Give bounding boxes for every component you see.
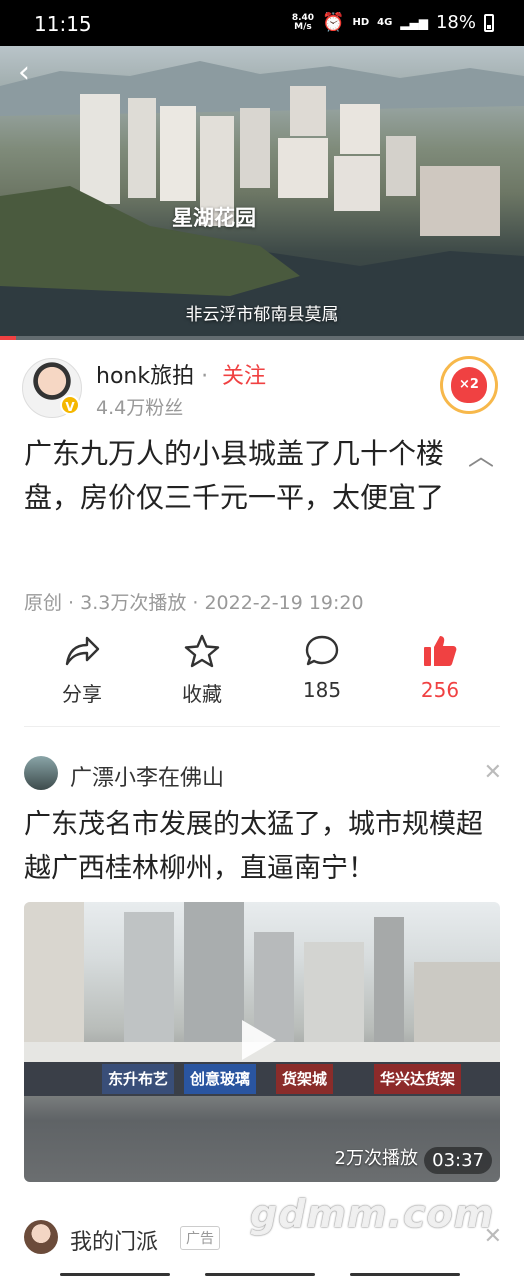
like-count: 256 xyxy=(420,678,460,702)
alarm-icon: ⏰ xyxy=(322,12,345,33)
shop-sign: 货架城 xyxy=(276,1064,334,1094)
video-play-count: 2万次播放 xyxy=(334,1148,418,1169)
thumbs-up-icon xyxy=(380,628,500,674)
article-title: 广东九万人的小县城盖了几十个楼盘，房价仅三千元一平，太便宜了 xyxy=(24,437,445,514)
share-label: 分享 xyxy=(62,682,102,706)
reward-badge[interactable]: ×2 xyxy=(440,356,498,414)
share-button[interactable]: 分享 xyxy=(22,628,142,707)
shop-sign: 创意玻璃 xyxy=(184,1064,257,1094)
feed-author-avatar[interactable] xyxy=(24,756,58,790)
article-meta: 原创 · 3.3万次播放 · 2022-2-19 19:20 xyxy=(24,592,364,614)
video-overlay-title: 星湖花园 xyxy=(172,206,256,230)
comment-count: 185 xyxy=(302,678,342,702)
thumb-building xyxy=(24,902,84,1042)
section-divider xyxy=(24,726,500,727)
feed-video-thumbnail[interactable]: 东升布艺 创意玻璃 货架城 华兴达货架 2万次播放 03:37 xyxy=(24,902,500,1182)
like-button[interactable]: 256 xyxy=(380,628,500,702)
thumb-building xyxy=(304,942,364,1042)
status-time: 11:15 xyxy=(34,12,92,36)
ad-badge: 广告 xyxy=(180,1226,220,1250)
gesture-segment xyxy=(205,1273,315,1276)
signal-icon: ▂▄▆ xyxy=(400,15,428,30)
video-duration: 03:37 xyxy=(424,1147,492,1174)
shop-sign: 华兴达货架 xyxy=(374,1064,462,1094)
favorite-button[interactable]: 收藏 xyxy=(142,628,262,707)
author-name-text: honk旅拍 xyxy=(96,364,195,389)
comment-button[interactable]: 185 xyxy=(262,628,382,702)
gesture-bar xyxy=(0,1268,524,1280)
gesture-segment xyxy=(60,1273,170,1276)
dismiss-icon[interactable]: ✕ xyxy=(484,760,502,785)
net-speed-unit: M/s xyxy=(294,21,312,32)
author-separator: · xyxy=(201,364,209,389)
share-icon xyxy=(22,628,142,674)
status-bar: 11:15 8.40 M/s ⏰ HD 4G ▂▄▆ 18% xyxy=(0,0,524,46)
gesture-segment xyxy=(350,1273,460,1276)
reward-badge-icon: ×2 xyxy=(451,367,487,403)
comment-icon xyxy=(262,628,382,674)
follow-button[interactable]: 关注 xyxy=(222,358,266,390)
video-frame xyxy=(0,61,524,340)
thumb-building xyxy=(124,912,174,1042)
status-indicators: 8.40 M/s ⏰ HD 4G ▂▄▆ 18% xyxy=(292,12,494,33)
author-name[interactable]: honk旅拍 · xyxy=(96,358,208,390)
network-label: 4G xyxy=(377,17,393,28)
star-icon xyxy=(142,628,262,674)
watermark: gdmm.com xyxy=(250,1192,495,1236)
net-speed: 8.40 M/s xyxy=(292,13,314,32)
next-author-avatar[interactable] xyxy=(24,1220,58,1254)
collapse-chevron-icon[interactable]: ︿ xyxy=(468,436,494,473)
next-author-name[interactable]: 我的门派 xyxy=(70,1224,158,1256)
thumb-building xyxy=(184,902,244,1042)
play-icon[interactable] xyxy=(242,1020,276,1060)
back-button[interactable]: ‹ xyxy=(18,58,30,88)
author-row: V honk旅拍 · 关注 4.4万粉丝 ×2 xyxy=(0,340,524,430)
video-player[interactable]: ‹ 星湖花园 非云浮市郁南县莫属 xyxy=(0,46,524,340)
thumb-building xyxy=(414,962,500,1042)
favorite-label: 收藏 xyxy=(182,682,222,706)
hd-label: HD xyxy=(352,17,370,28)
battery-icon xyxy=(484,13,494,32)
fans-count: 4.4万粉丝 xyxy=(96,397,184,419)
verified-icon: V xyxy=(60,395,80,415)
battery-text: 18% xyxy=(435,12,476,33)
shop-sign: 东升布艺 xyxy=(102,1064,175,1094)
thumb-building xyxy=(374,917,404,1042)
action-bar: 分享 收藏 185 256 xyxy=(0,628,524,724)
feed-item-header: 广漂小李在佛山 ✕ xyxy=(0,740,524,810)
feed-author-name[interactable]: 广漂小李在佛山 xyxy=(70,760,224,792)
feed-item-title[interactable]: 广东茂名市发展的太猛了，城市规模超越广西桂林柳州，直逼南宁！ xyxy=(24,803,500,891)
video-subtitle: 非云浮市郁南县莫属 xyxy=(185,305,339,325)
